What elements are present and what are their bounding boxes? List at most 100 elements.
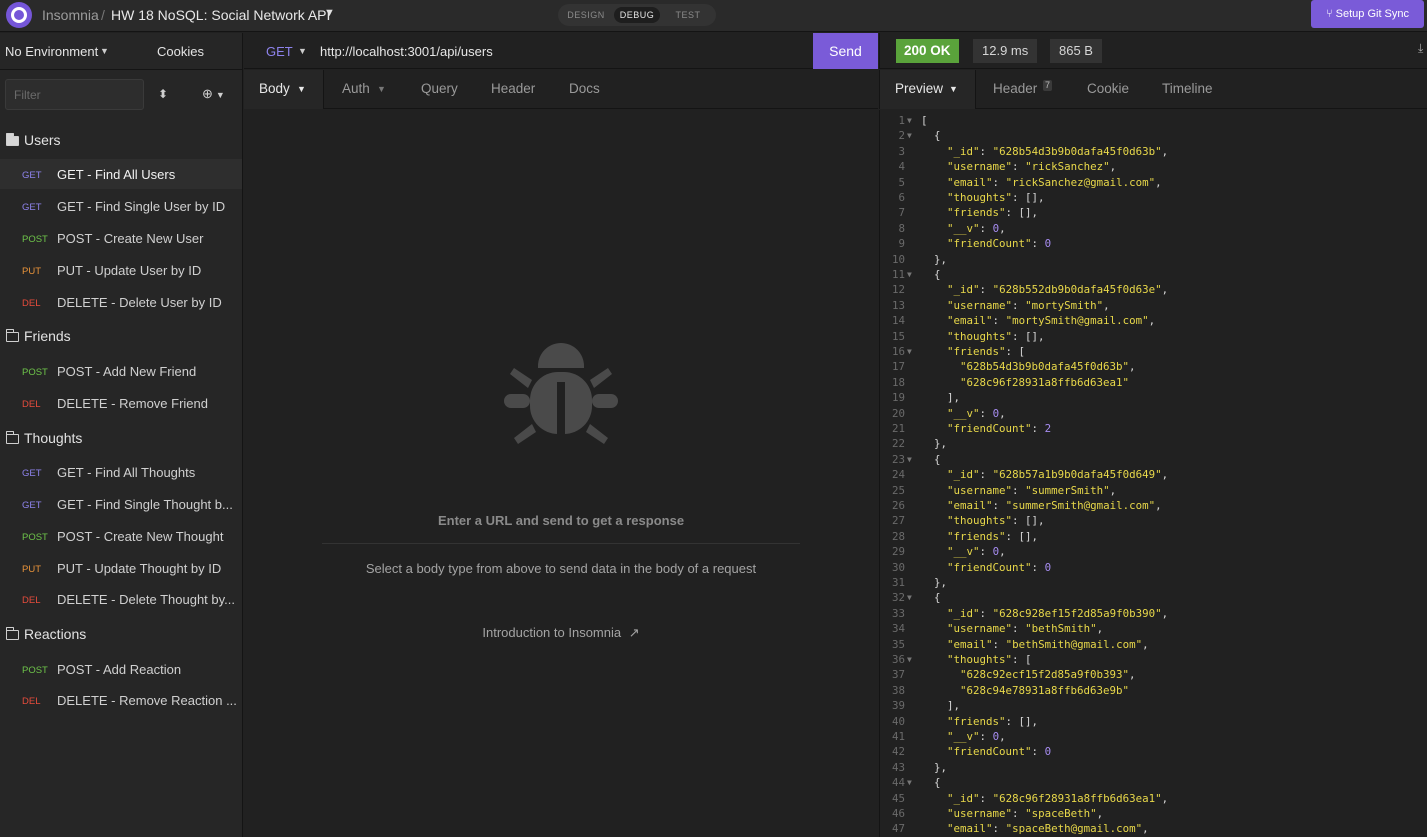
code-line: 32 ▼ { [880, 590, 1427, 605]
method-badge: GET [22, 500, 42, 511]
folder-friends[interactable]: Friends [5, 328, 71, 344]
request-item[interactable]: PUT PUT - Update User by ID [0, 255, 242, 285]
environment-selector[interactable]: No Environment [5, 44, 98, 59]
fold-arrow-icon[interactable]: ▼ [907, 775, 912, 790]
tab-preview[interactable]: Preview ▼ [880, 70, 976, 109]
breadcrumb-app[interactable]: Insomnia [42, 7, 99, 23]
send-button[interactable]: Send [813, 33, 878, 69]
mode-design-tab[interactable]: DESIGN [562, 7, 610, 23]
url-bar: GET ▼ http://localhost:3001/api/users Se… [244, 33, 878, 69]
code-text: "628b54d3b9b0dafa45f0d63b", [960, 360, 1136, 374]
code-line: 2 ▼ { [880, 128, 1427, 143]
line-number: 9 [898, 237, 905, 251]
cookies-button[interactable]: Cookies [157, 44, 204, 59]
code-line: 10 }, [880, 252, 1427, 267]
code-line: 24 "_id": "628b57a1b9b0dafa45f0d649", [880, 467, 1427, 482]
request-name: PUT - Update User by ID [57, 263, 202, 278]
tab-body[interactable]: Body ▼ [244, 70, 324, 109]
intro-link[interactable]: Introduction to Insomnia ↗ [322, 625, 800, 641]
method-badge: DEL [22, 298, 41, 309]
folder-users[interactable]: Users [5, 132, 61, 148]
tab-docs[interactable]: Docs [569, 81, 600, 96]
request-item[interactable]: DEL DELETE - Remove Friend [0, 388, 242, 418]
request-name: DELETE - Delete User by ID [57, 295, 222, 310]
request-name: POST - Add New Friend [57, 364, 197, 379]
request-item[interactable]: GET GET - Find Single Thought b... [0, 489, 242, 519]
code-text: "username": "rickSanchez", [947, 160, 1117, 174]
request-item[interactable]: PUT PUT - Update Thought by ID [0, 553, 242, 583]
request-item[interactable]: DEL DELETE - Remove Reaction ... [0, 685, 242, 715]
line-number: 27 [891, 514, 905, 528]
request-name: GET - Find Single User by ID [57, 199, 226, 214]
code-text: "email": "spaceBeth@gmail.com", [947, 822, 1149, 836]
tab-timeline[interactable]: Timeline [1162, 81, 1213, 96]
folder-open-icon [5, 133, 19, 146]
filter-input[interactable] [5, 79, 144, 110]
chevron-down-icon[interactable]: ▼ [324, 7, 335, 19]
line-number: 31 [891, 576, 905, 589]
request-item[interactable]: GET GET - Find All Users [0, 159, 242, 189]
add-item-icon[interactable]: ⊕ ▼ [202, 86, 225, 102]
fold-arrow-icon[interactable]: ▼ [907, 128, 912, 143]
fold-arrow-icon[interactable]: ▼ [907, 452, 912, 467]
code-line: 8 "__v": 0, [880, 221, 1427, 236]
request-item[interactable]: DEL DELETE - Delete User by ID [0, 287, 242, 317]
tab-header[interactable]: Header [491, 81, 535, 96]
code-text: [ [921, 114, 928, 127]
folder-icon [5, 329, 19, 342]
code-line: 9 "friendCount": 0 [880, 236, 1427, 251]
fold-arrow-icon[interactable]: ▼ [907, 652, 912, 667]
url-input[interactable]: http://localhost:3001/api/users [320, 44, 493, 59]
fold-arrow-icon[interactable]: ▼ [907, 344, 912, 359]
line-number: 23 [891, 452, 905, 466]
response-size-badge: 865 B [1050, 39, 1102, 63]
request-item[interactable]: DEL DELETE - Delete Thought by... [0, 584, 242, 614]
tab-response-header[interactable]: Header [993, 81, 1037, 96]
method-selector[interactable]: GET [266, 44, 293, 59]
request-item[interactable]: POST POST - Create New Thought [0, 521, 242, 551]
history-icon[interactable]: ⤓ [1418, 41, 1423, 56]
request-item[interactable]: POST POST - Add Reaction [0, 654, 242, 684]
method-badge: GET [22, 170, 42, 181]
code-line: 16 ▼ "friends": [ [880, 344, 1427, 359]
method-badge: DEL [22, 399, 41, 410]
request-item[interactable]: GET GET - Find All Thoughts [0, 457, 242, 487]
line-number: 3 [898, 144, 905, 158]
code-text: "628c92ecf15f2d85a9f0b393", [960, 668, 1136, 682]
fold-arrow-icon[interactable]: ▼ [907, 113, 912, 128]
line-number: 19 [891, 391, 905, 405]
line-number: 33 [891, 606, 905, 620]
fold-arrow-icon[interactable]: ▼ [907, 590, 912, 605]
folder-thoughts[interactable]: Thoughts [5, 430, 82, 446]
code-text: "_id": "628c928ef15f2d85a9f0b390", [947, 606, 1169, 620]
code-text: "friends": [ [947, 345, 1026, 358]
chevron-down-icon: ▼ [297, 84, 306, 94]
request-item[interactable]: POST POST - Add New Friend [0, 356, 242, 386]
code-line: 20 "__v": 0, [880, 406, 1427, 421]
code-text: "__v": 0, [947, 545, 1006, 559]
line-number: 37 [891, 668, 905, 682]
mode-debug-tab[interactable]: DEBUG [614, 7, 660, 23]
setup-git-sync-button[interactable]: ⑂ Setup Git Sync [1311, 0, 1424, 28]
status-badge: 200 OK [896, 39, 959, 63]
tab-cookie[interactable]: Cookie [1087, 81, 1129, 96]
sort-icon[interactable]: ⬍ [158, 87, 168, 101]
chevron-down-icon[interactable]: ▼ [298, 46, 307, 56]
tab-query[interactable]: Query [421, 81, 458, 96]
line-number: 44 [891, 776, 905, 790]
chevron-down-icon[interactable]: ▼ [100, 46, 109, 56]
code-text: "username": "bethSmith", [947, 622, 1104, 636]
code-line: 18 "628c96f28931a8ffb6d63ea1" [880, 375, 1427, 390]
response-body-viewer[interactable]: 1 ▼[2 ▼ {3 "_id": "628b54d3b9b0dafa45f0d63… [879, 110, 1427, 837]
breadcrumb-project[interactable]: HW 18 NoSQL: Social Network API [111, 7, 330, 23]
request-item[interactable]: POST POST - Create New User [0, 223, 242, 253]
mode-test-tab[interactable]: TEST [664, 7, 712, 23]
insomnia-logo-icon[interactable] [6, 2, 32, 28]
tab-auth[interactable]: Auth [342, 81, 370, 96]
fold-arrow-icon[interactable]: ▼ [907, 267, 912, 282]
request-item[interactable]: GET GET - Find Single User by ID [0, 191, 242, 221]
folder-reactions[interactable]: Reactions [5, 626, 86, 642]
line-number: 24 [891, 468, 905, 482]
response-time-badge: 12.9 ms [973, 39, 1038, 63]
chevron-down-icon[interactable]: ▼ [377, 84, 386, 94]
